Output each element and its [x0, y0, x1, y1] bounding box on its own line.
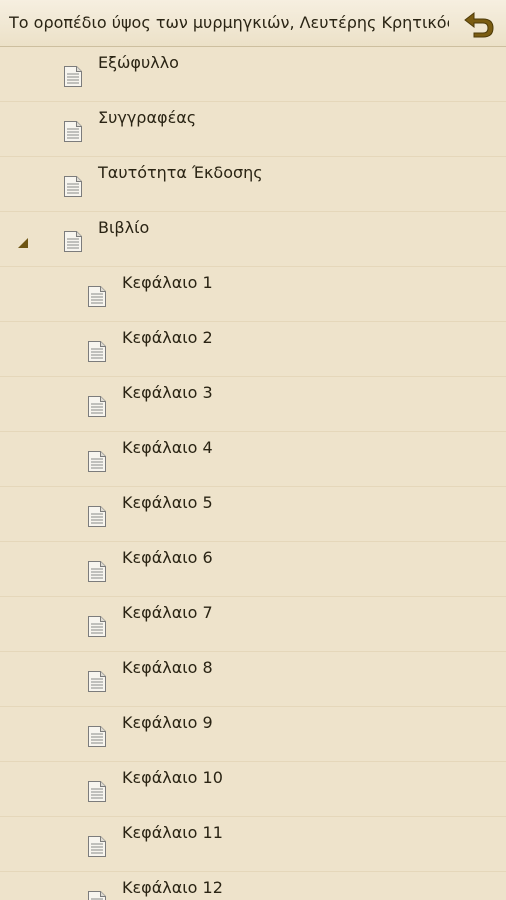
toc-subitem[interactable]: Κεφάλαιο 10: [0, 762, 506, 817]
toc-item-label: Βιβλίο: [98, 218, 150, 237]
document-icon: [63, 65, 83, 92]
toc-item-label: Κεφάλαιο 3: [122, 383, 213, 402]
toc-item-label: Κεφάλαιο 8: [122, 658, 213, 677]
toc-item-label: Συγγραφέας: [98, 108, 197, 127]
document-icon: [87, 450, 107, 477]
toc-subitem[interactable]: Κεφάλαιο 6: [0, 542, 506, 597]
toc-subitem[interactable]: Κεφάλαιο 1: [0, 267, 506, 322]
document-icon: [87, 780, 107, 807]
toc-item-label: Κεφάλαιο 1: [122, 273, 213, 292]
toc-subitem[interactable]: Κεφάλαιο 9: [0, 707, 506, 762]
document-icon: [87, 505, 107, 532]
toc-subitem[interactable]: Κεφάλαιο 5: [0, 487, 506, 542]
document-icon: [63, 175, 83, 202]
toc-item-label: Κεφάλαιο 2: [122, 328, 213, 347]
toc-subitem[interactable]: Κεφάλαιο 12: [0, 872, 506, 900]
toc-subitem[interactable]: Κεφάλαιο 8: [0, 652, 506, 707]
toc-subitem[interactable]: Κεφάλαιο 7: [0, 597, 506, 652]
toc-item[interactable]: Εξώφυλλο: [0, 47, 506, 102]
toc-item-label: Κεφάλαιο 11: [122, 823, 223, 842]
document-icon: [87, 890, 107, 900]
document-icon: [87, 340, 107, 367]
document-icon: [87, 615, 107, 642]
toc-item-label: Κεφάλαιο 12: [122, 878, 223, 897]
document-icon: [87, 725, 107, 752]
document-icon: [87, 395, 107, 422]
toc-item-label: Κεφάλαιο 9: [122, 713, 213, 732]
document-icon: [87, 670, 107, 697]
toc-item-label: Κεφάλαιο 7: [122, 603, 213, 622]
document-icon: [87, 285, 107, 312]
document-icon: [87, 560, 107, 587]
toc-item-label: Κεφάλαιο 10: [122, 768, 223, 787]
expanded-triangle-icon[interactable]: [17, 234, 29, 248]
toc-subitem[interactable]: Κεφάλαιο 3: [0, 377, 506, 432]
toc-subitem[interactable]: Κεφάλαιο 4: [0, 432, 506, 487]
toc-subitem[interactable]: Κεφάλαιο 2: [0, 322, 506, 377]
toc-subitem[interactable]: Κεφάλαιο 11: [0, 817, 506, 872]
document-icon: [63, 230, 83, 257]
document-icon: [87, 835, 107, 862]
toc-item-label: Εξώφυλλο: [98, 53, 179, 72]
toc-item-label: Κεφάλαιο 4: [122, 438, 213, 457]
app-screen: Το οροπέδιο ύψος των μυρμηγκιών, Λευτέρη…: [0, 0, 506, 900]
document-icon: [63, 120, 83, 147]
toc-item-label: Κεφάλαιο 5: [122, 493, 213, 512]
toc-item[interactable]: Βιβλίο: [0, 212, 506, 267]
back-button[interactable]: [460, 5, 498, 43]
toc-item[interactable]: Ταυτότητα Έκδοσης: [0, 157, 506, 212]
toc-item[interactable]: Συγγραφέας: [0, 102, 506, 157]
title-bar: Το οροπέδιο ύψος των μυρμηγκιών, Λευτέρη…: [0, 0, 506, 47]
table-of-contents: Εξώφυλλο Συγγραφέας Ταυτότητα Έκδοσης Βιβλί…: [0, 47, 506, 900]
toc-item-label: Ταυτότητα Έκδοσης: [98, 163, 263, 182]
back-arrow-icon: [464, 11, 494, 38]
toc-item-label: Κεφάλαιο 6: [122, 548, 213, 567]
book-title: Το οροπέδιο ύψος των μυρμηγκιών, Λευτέρη…: [9, 13, 449, 32]
